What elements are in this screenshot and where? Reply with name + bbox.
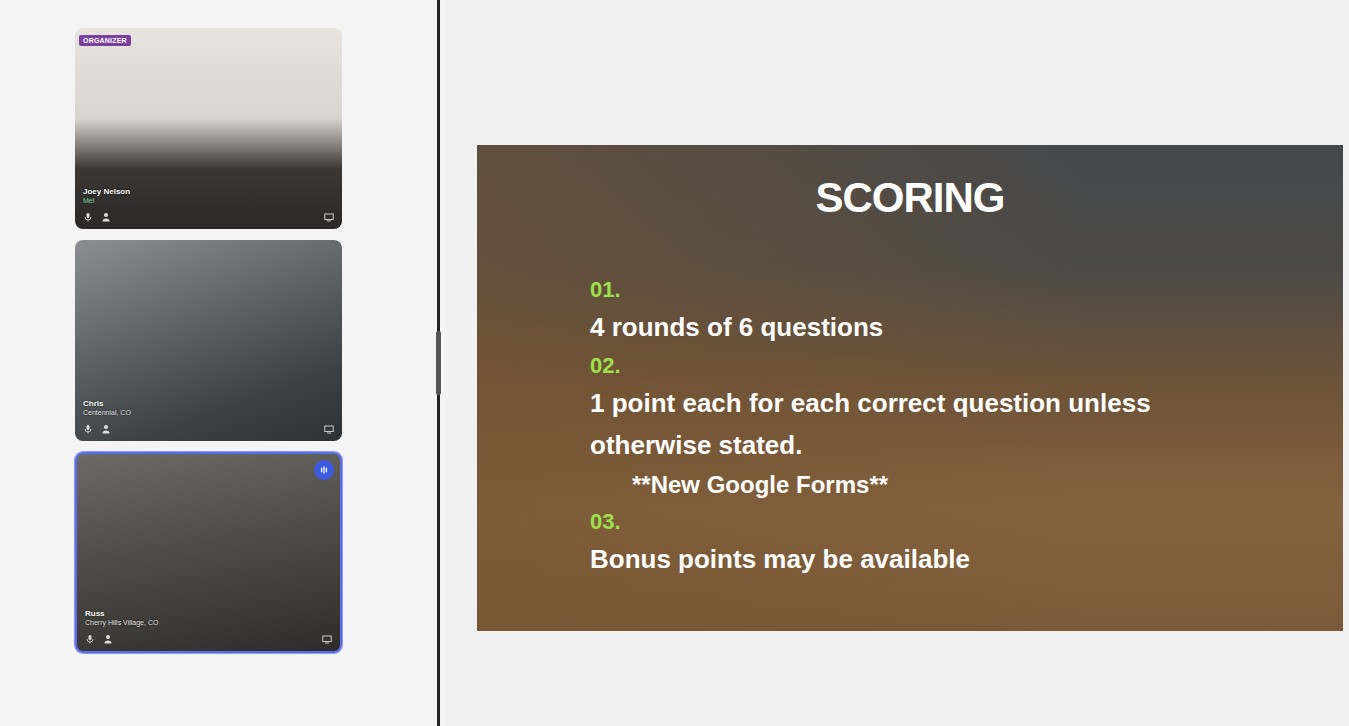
screen-icon[interactable] [324,424,334,434]
participant-location: Cherry Hills Village, CO [85,619,332,627]
screen-icon[interactable] [322,634,332,644]
item-text: Bonus points may be available [590,539,1210,581]
participant-name: Joey Nelson [83,187,334,197]
item-number: 01. [590,273,1210,307]
screen-icon[interactable] [324,212,334,222]
participant-name: Chris [83,399,334,409]
item-number: 02. [590,349,1210,383]
item-note: **New Google Forms** [590,466,1210,504]
microphone-icon[interactable] [83,424,93,434]
person-icon[interactable] [101,212,111,222]
slide-body: 01.4 rounds of 6 questions02.1 point eac… [590,273,1210,580]
tile-controls [83,211,334,223]
shared-screen-area: SCORING 01.4 rounds of 6 questions02.1 po… [445,0,1349,726]
item-number: 03. [590,505,1210,539]
participant-tile[interactable]: ORGANIZER Joey NelsonMel [75,28,342,229]
participant-name: Russ [85,609,332,619]
organizer-badge: ORGANIZER [79,35,131,46]
presentation-slide: SCORING 01.4 rounds of 6 questions02.1 po… [477,145,1343,631]
person-icon[interactable] [103,634,113,644]
tile-controls [83,423,334,435]
item-text: 4 rounds of 6 questions [590,307,1210,349]
speaking-indicator [314,460,334,480]
participant-location: Centennial, CO [83,409,334,417]
microphone-icon[interactable] [83,212,93,222]
panel-divider[interactable] [432,0,445,726]
item-text: 1 point each for each correct question u… [590,383,1210,466]
person-icon[interactable] [101,424,111,434]
participant-tile[interactable]: ChrisCentennial, CO [75,240,342,441]
microphone-icon[interactable] [85,634,95,644]
participant-location: Mel [83,197,334,205]
slide-title: SCORING [477,173,1343,223]
participant-tile[interactable]: RussCherry Hills Village, CO [75,452,342,653]
tile-controls [85,633,332,645]
participants-panel: ORGANIZER Joey NelsonMel ChrisCentennial, … [0,0,432,726]
audio-bars-icon[interactable] [318,464,330,476]
